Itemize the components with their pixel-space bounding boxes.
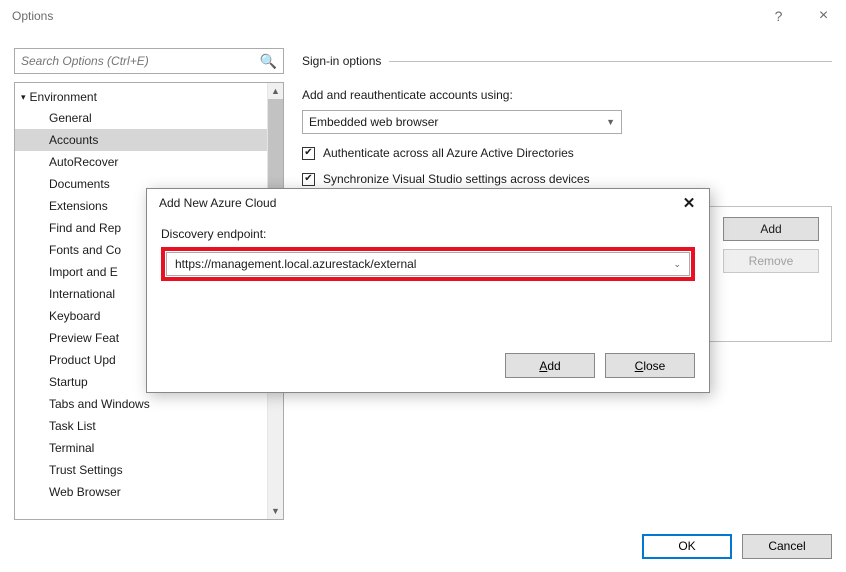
- tree-item-task-list[interactable]: Task List: [15, 415, 267, 437]
- auth-all-directories-checkbox[interactable]: ✔ Authenticate across all Azure Active D…: [302, 146, 832, 160]
- sync-settings-checkbox[interactable]: ✔ Synchronize Visual Studio settings acr…: [302, 172, 832, 186]
- close-icon: ×: [819, 7, 828, 25]
- tree-item-autorecover[interactable]: AutoRecover: [15, 151, 267, 173]
- search-box[interactable]: 🔍: [14, 48, 284, 74]
- search-icon: 🔍: [260, 53, 277, 70]
- modal-titlebar: Add New Azure Cloud ✕: [147, 189, 709, 217]
- add-azure-cloud-dialog: Add New Azure Cloud ✕ Discovery endpoint…: [146, 188, 710, 393]
- scroll-down-icon[interactable]: ▼: [268, 503, 283, 519]
- checkbox-icon: ✔: [302, 147, 315, 160]
- add-reauth-label: Add and reauthenticate accounts using:: [302, 88, 832, 102]
- cancel-button[interactable]: Cancel: [742, 534, 832, 559]
- dialog-footer: OK Cancel: [0, 520, 846, 572]
- discovery-endpoint-value: https://management.local.azurestack/exte…: [175, 257, 416, 271]
- modal-body: Discovery endpoint: https://management.l…: [147, 217, 709, 291]
- scroll-up-icon[interactable]: ▲: [268, 83, 283, 99]
- close-icon: ✕: [683, 194, 696, 212]
- modal-add-button[interactable]: Add: [505, 353, 595, 378]
- discovery-endpoint-highlight: https://management.local.azurestack/exte…: [161, 247, 695, 281]
- tree-item-tabs-and-windows[interactable]: Tabs and Windows: [15, 393, 267, 415]
- modal-title: Add New Azure Cloud: [159, 196, 675, 210]
- cloud-side-buttons: Add Remove: [713, 207, 831, 341]
- auth-all-label: Authenticate across all Azure Active Dir…: [323, 146, 574, 160]
- window-titlebar: Options ? ×: [0, 0, 846, 32]
- discovery-endpoint-combo[interactable]: https://management.local.azurestack/exte…: [166, 252, 690, 276]
- window-title: Options: [12, 9, 756, 23]
- remove-cloud-button: Remove: [723, 249, 819, 273]
- tree-item-accounts[interactable]: Accounts: [15, 129, 267, 151]
- checkbox-icon: ✔: [302, 173, 315, 186]
- search-input[interactable]: [21, 54, 260, 68]
- window-close-button[interactable]: ×: [801, 0, 846, 32]
- tree-item-web-browser[interactable]: Web Browser: [15, 481, 267, 503]
- modal-buttons: Add Close: [505, 353, 695, 378]
- chevron-down-icon: ⌄: [673, 259, 681, 270]
- modal-close-action-button[interactable]: Close: [605, 353, 695, 378]
- signin-heading: Sign-in options: [302, 54, 389, 68]
- help-icon: ?: [775, 8, 783, 24]
- chevron-down-icon: ▼: [606, 117, 615, 127]
- sync-settings-label: Synchronize Visual Studio settings acros…: [323, 172, 590, 186]
- auth-method-value: Embedded web browser: [309, 115, 438, 129]
- ok-button[interactable]: OK: [642, 534, 732, 559]
- tree-item-general[interactable]: General: [15, 107, 267, 129]
- add-cloud-button[interactable]: Add: [723, 217, 819, 241]
- modal-close-button[interactable]: ✕: [675, 191, 703, 215]
- signin-section-header: Sign-in options: [302, 50, 832, 72]
- tree-item-terminal[interactable]: Terminal: [15, 437, 267, 459]
- tree-root-environment[interactable]: ▾ Environment: [15, 87, 267, 107]
- divider: [389, 61, 832, 62]
- help-button[interactable]: ?: [756, 0, 801, 32]
- tree-root-label: Environment: [30, 90, 97, 104]
- tree-item-trust-settings[interactable]: Trust Settings: [15, 459, 267, 481]
- collapse-icon: ▾: [21, 92, 26, 103]
- auth-method-dropdown[interactable]: Embedded web browser ▼: [302, 110, 622, 134]
- discovery-endpoint-label: Discovery endpoint:: [161, 227, 695, 241]
